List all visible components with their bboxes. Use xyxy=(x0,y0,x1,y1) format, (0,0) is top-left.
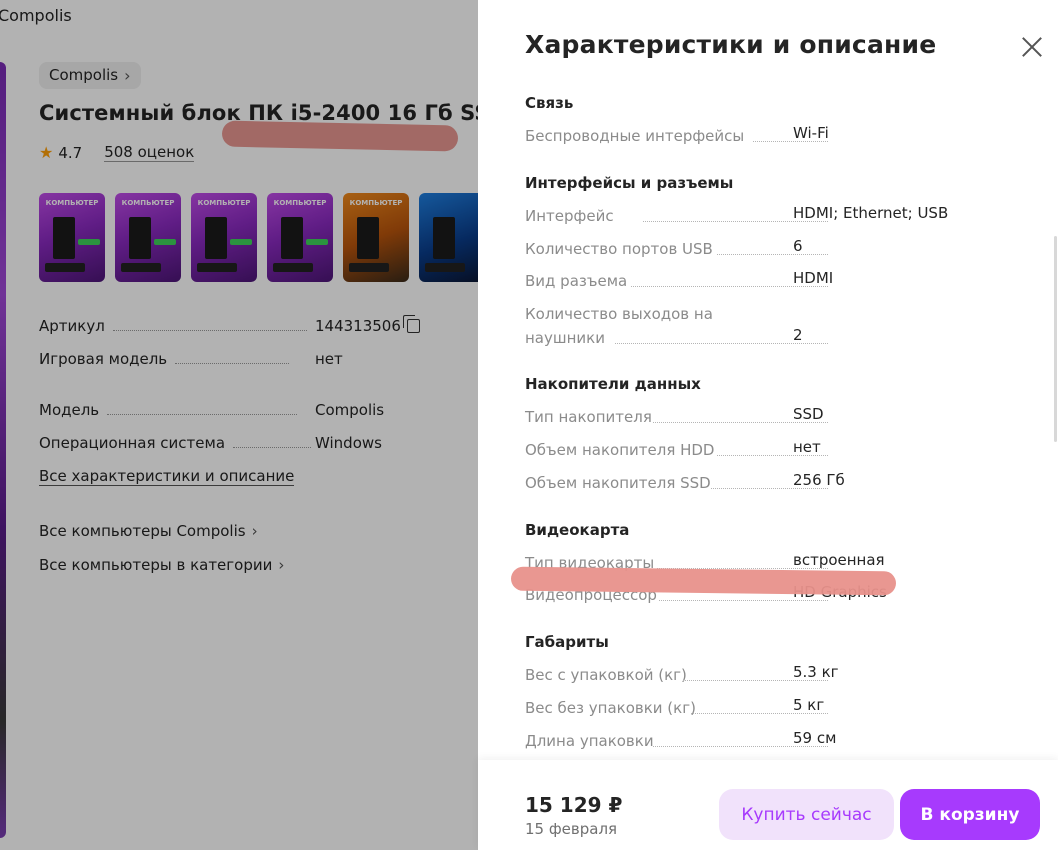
spec-row: Интерфейс HDMI; Ethernet; USB xyxy=(525,204,995,228)
scrollbar[interactable] xyxy=(1054,236,1057,442)
spec-value: HDMI xyxy=(793,269,834,287)
spec-value: встроенная xyxy=(793,551,885,569)
specs-drawer: Характеристики и описание Связь Беспрово… xyxy=(478,0,1058,850)
spec-row: Вес с упаковкой (кг) 5.3 кг xyxy=(525,663,995,687)
spec-key: Объем накопителя HDD xyxy=(525,441,715,459)
spec-row: Вес без упаковки (кг) 5 кг xyxy=(525,696,995,720)
spec-key: Интерфейс xyxy=(525,207,614,225)
spec-value: Wi-Fi xyxy=(793,124,829,142)
spec-value: 5 кг xyxy=(793,696,825,714)
spec-value: 2 xyxy=(793,326,803,344)
spec-value: 5.3 кг xyxy=(793,663,839,681)
spec-row: Объем накопителя HDD нет xyxy=(525,438,995,462)
section-heading: Габариты xyxy=(525,633,609,651)
delivery-date: 15 февраля xyxy=(525,820,618,838)
section-heading: Видеокарта xyxy=(525,521,630,539)
spec-value: нет xyxy=(793,438,821,456)
spec-key: Вес с упаковкой (кг) xyxy=(525,666,687,684)
section-heading: Связь xyxy=(525,94,574,112)
spec-key: Тип накопителя xyxy=(525,408,652,426)
spec-row: Объем накопителя SSD 256 Гб xyxy=(525,471,995,495)
spec-key: Вес без упаковки (кг) xyxy=(525,699,696,717)
spec-row: Количество выходов на наушники 2 xyxy=(525,302,995,350)
close-icon[interactable] xyxy=(1021,36,1043,58)
spec-row: Тип накопителя SSD xyxy=(525,405,995,429)
section-heading: Интерфейсы и разъемы xyxy=(525,174,734,192)
annotation-strike xyxy=(510,566,897,596)
drawer-title: Характеристики и описание xyxy=(525,30,937,59)
purchase-footer: 15 129 ₽ 15 февраля Купить сейчас В корз… xyxy=(478,760,1058,850)
spec-key: Длина упаковки xyxy=(525,732,654,750)
spec-key: Количество портов USB xyxy=(525,240,713,258)
buy-now-button[interactable]: Купить сейчас xyxy=(719,789,894,840)
spec-row: Вид разъема HDMI xyxy=(525,269,995,293)
spec-value: 256 Гб xyxy=(793,471,845,489)
spec-value: SSD xyxy=(793,405,824,423)
spec-row: Количество портов USB 6 xyxy=(525,237,995,261)
spec-row: Длина упаковки 59 см xyxy=(525,729,995,753)
price: 15 129 ₽ xyxy=(525,793,623,817)
spec-value: 59 см xyxy=(793,729,837,747)
spec-value: HDMI; Ethernet; USB xyxy=(793,204,949,222)
spec-key: Беспроводные интерфейсы xyxy=(525,127,745,145)
spec-value: 6 xyxy=(793,237,803,255)
spec-row: Беспроводные интерфейсы Wi-Fi xyxy=(525,124,995,148)
spec-key: Вид разъема xyxy=(525,272,628,290)
spec-key: Объем накопителя SSD xyxy=(525,474,711,492)
section-heading: Накопители данных xyxy=(525,375,701,393)
modal-backdrop[interactable] xyxy=(0,0,478,850)
add-to-cart-button[interactable]: В корзину xyxy=(900,789,1040,840)
